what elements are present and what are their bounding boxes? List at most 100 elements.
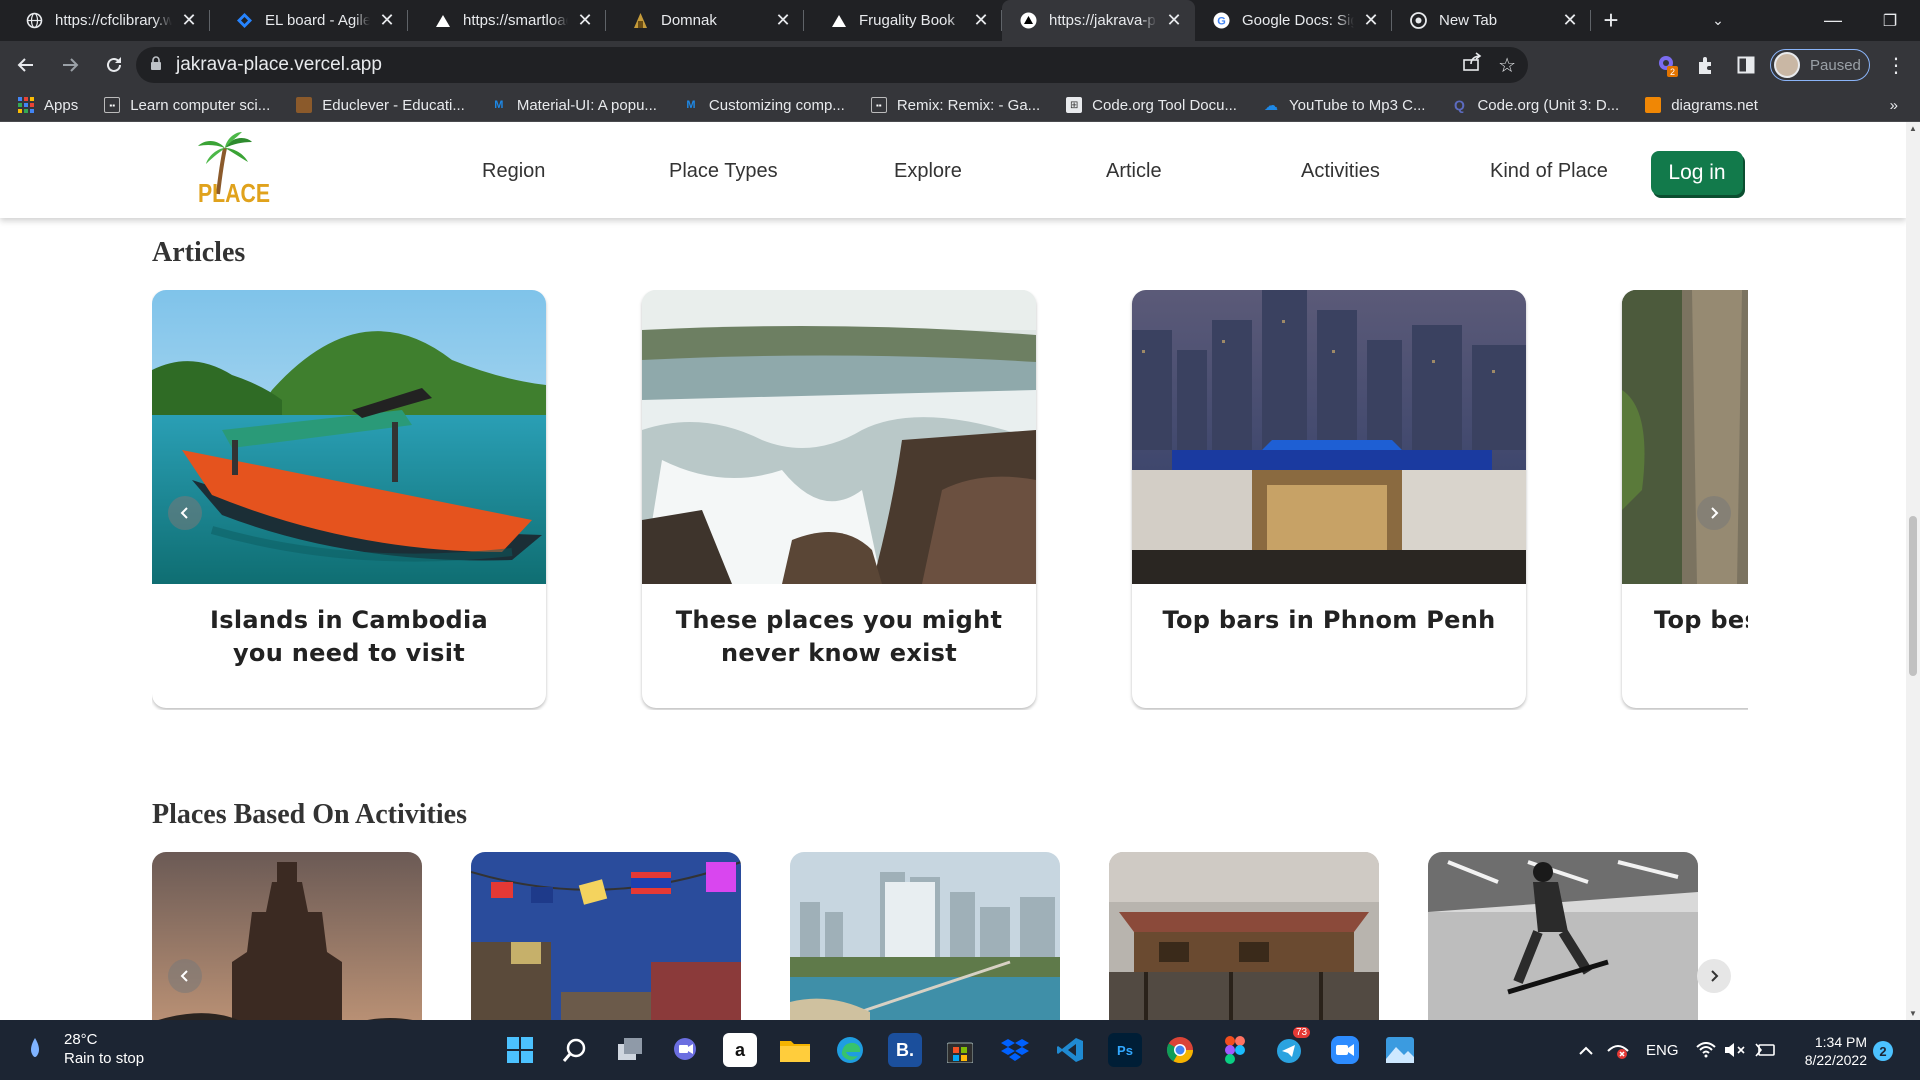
codeorg-q-icon: Q	[1454, 97, 1465, 113]
chrome-taskbar-icon[interactable]	[1163, 1033, 1197, 1067]
profile-button[interactable]: Paused	[1770, 49, 1870, 81]
close-tab-icon[interactable]: ✕	[972, 10, 990, 31]
nav-explore[interactable]: Explore	[894, 160, 962, 183]
bookmark-item[interactable]: ⊞ Code.org Tool Docu...	[1066, 97, 1237, 114]
bookmark-item[interactable]: diagrams.net	[1645, 97, 1758, 114]
close-tab-icon[interactable]: ✕	[576, 10, 594, 31]
restore-icon[interactable]: ❐	[1862, 0, 1918, 41]
nav-activities[interactable]: Activities	[1301, 160, 1380, 183]
weather-widget[interactable]: 28°C Rain to stop	[28, 1030, 144, 1068]
activities-prev-button[interactable]	[168, 959, 202, 993]
codeorg-icon: ⊞	[1066, 97, 1083, 113]
articles-next-button[interactable]	[1697, 496, 1731, 530]
bookmark-item[interactable]: M Customizing comp...	[683, 97, 844, 114]
site-logo[interactable]: PLACE	[192, 132, 272, 208]
new-tab-button[interactable]: +	[1591, 5, 1631, 36]
article-card[interactable]: Top bes	[1622, 290, 1748, 708]
address-bar[interactable]: jakrava-place.vercel.app ☆	[136, 47, 1528, 83]
browser-tab[interactable]: EL board - Agile b ✕	[210, 0, 408, 41]
article-card[interactable]: Islands in Cambodia you need to visit	[152, 290, 546, 708]
activities-next-button[interactable]	[1697, 959, 1731, 993]
article-title: Islands in Cambodia you need to visit	[210, 606, 488, 667]
minimize-icon[interactable]: —	[1805, 0, 1861, 41]
photoshop-icon[interactable]: Ps	[1108, 1033, 1142, 1067]
notification-badge[interactable]: 2	[1873, 1041, 1893, 1061]
site-navbar: PLACE Region Place Types Explore Article…	[0, 122, 1906, 218]
dropbox-icon[interactable]	[998, 1033, 1032, 1067]
browser-tab[interactable]: New Tab ✕	[1392, 0, 1591, 41]
tab-search-icon[interactable]: ⌄	[1690, 0, 1746, 41]
close-tab-icon[interactable]: ✕	[1165, 10, 1183, 31]
code-icon: ▪▪	[104, 97, 121, 113]
telegram-icon[interactable]: 73	[1273, 1027, 1311, 1067]
back-button[interactable]	[6, 45, 46, 85]
chat-icon[interactable]	[668, 1033, 702, 1067]
browser-menu-icon[interactable]: ⋮	[1876, 45, 1916, 85]
browser-tab[interactable]: Domnak ✕	[606, 0, 804, 41]
activity-card-skate[interactable]	[1428, 852, 1698, 1020]
bookmark-item[interactable]: ▪▪ Remix: Remix: - Ga...	[870, 97, 1040, 114]
scroll-down-icon[interactable]: ▼	[1909, 1009, 1917, 1018]
network-status-icon[interactable]	[1607, 1020, 1629, 1080]
file-explorer-icon[interactable]	[778, 1033, 812, 1067]
scroll-up-icon[interactable]: ▲	[1909, 124, 1917, 133]
battery-icon[interactable]	[1754, 1020, 1776, 1080]
nav-article[interactable]: Article	[1106, 160, 1162, 183]
windows-start-icon[interactable]	[503, 1033, 537, 1067]
amazon-icon[interactable]: a	[723, 1033, 757, 1067]
svg-text:2: 2	[1670, 67, 1675, 77]
nav-kind-of-place[interactable]: Kind of Place	[1490, 160, 1608, 183]
browser-tab[interactable]: Frugality Book ✕	[804, 0, 1002, 41]
bookmark-star-icon[interactable]: ☆	[1498, 53, 1516, 78]
activity-card-city[interactable]	[790, 852, 1060, 1020]
nav-place-types[interactable]: Place Types	[669, 160, 778, 183]
bookmarks-overflow-icon[interactable]: »	[1890, 97, 1898, 114]
activity-card-street[interactable]	[471, 852, 741, 1020]
article-card[interactable]: Top bars in Phnom Penh	[1132, 290, 1526, 708]
bookmark-item[interactable]: M Material-UI: A popu...	[491, 97, 657, 114]
close-tab-icon[interactable]: ✕	[378, 10, 396, 31]
article-card[interactable]: These places you might never know exist	[642, 290, 1036, 708]
bookmark-item[interactable]: ▪▪ Learn computer sci...	[104, 97, 270, 114]
task-view-icon[interactable]	[614, 1033, 648, 1067]
booking-icon[interactable]: B.	[888, 1033, 922, 1067]
close-tab-icon[interactable]: ✕	[774, 10, 792, 31]
close-tab-icon[interactable]: ✕	[1362, 10, 1380, 31]
bookmark-item[interactable]: Q Code.org (Unit 3: D...	[1451, 97, 1619, 114]
side-panel-icon[interactable]	[1726, 45, 1766, 85]
login-button[interactable]: Log in	[1651, 151, 1743, 195]
browser-tab[interactable]: G Google Docs: Sign ✕	[1195, 0, 1392, 41]
edge-icon[interactable]	[833, 1033, 867, 1067]
bookmark-item[interactable]: ☁ YouTube to Mp3 C...	[1263, 97, 1425, 114]
share-icon[interactable]	[1462, 52, 1482, 78]
reload-button[interactable]	[94, 45, 134, 85]
close-tab-icon[interactable]: ✕	[180, 10, 198, 31]
forward-button[interactable]	[50, 45, 90, 85]
browser-tab-active[interactable]: https://jakrava-pl ✕	[1002, 0, 1195, 41]
browser-tab[interactable]: https://cfclibrary.w ✕	[0, 0, 210, 41]
language-indicator[interactable]: ENG	[1646, 1020, 1679, 1080]
bookmarks-bar: Apps ▪▪ Learn computer sci... Educlever …	[0, 89, 1920, 122]
extensions-puzzle-icon[interactable]	[1686, 45, 1726, 85]
page-scrollbar[interactable]: ▲ ▼	[1906, 122, 1920, 1020]
zoom-icon[interactable]	[1328, 1033, 1362, 1067]
wifi-icon[interactable]	[1696, 1020, 1716, 1080]
activity-card-river-house[interactable]	[1109, 852, 1379, 1020]
close-tab-icon[interactable]: ✕	[1561, 10, 1579, 31]
articles-prev-button[interactable]	[168, 496, 202, 530]
photos-icon[interactable]	[1383, 1033, 1417, 1067]
activity-card-monument[interactable]	[152, 852, 422, 1020]
system-clock[interactable]: 1:34 PM 8/22/2022	[1795, 1033, 1867, 1069]
extension-icon[interactable]: 2	[1648, 45, 1688, 85]
scrollbar-thumb[interactable]	[1909, 516, 1917, 676]
volume-muted-icon[interactable]	[1724, 1020, 1746, 1080]
figma-icon[interactable]	[1218, 1033, 1252, 1067]
bookmark-apps[interactable]: Apps	[18, 97, 78, 114]
vscode-icon[interactable]	[1053, 1033, 1087, 1067]
bookmark-item[interactable]: Educlever - Educati...	[296, 97, 465, 114]
tray-overflow-icon[interactable]	[1578, 1020, 1594, 1080]
browser-tab[interactable]: https://smartload ✕	[408, 0, 606, 41]
microsoft-store-icon[interactable]	[943, 1033, 977, 1067]
nav-region[interactable]: Region	[482, 160, 545, 183]
search-icon[interactable]	[558, 1033, 592, 1067]
